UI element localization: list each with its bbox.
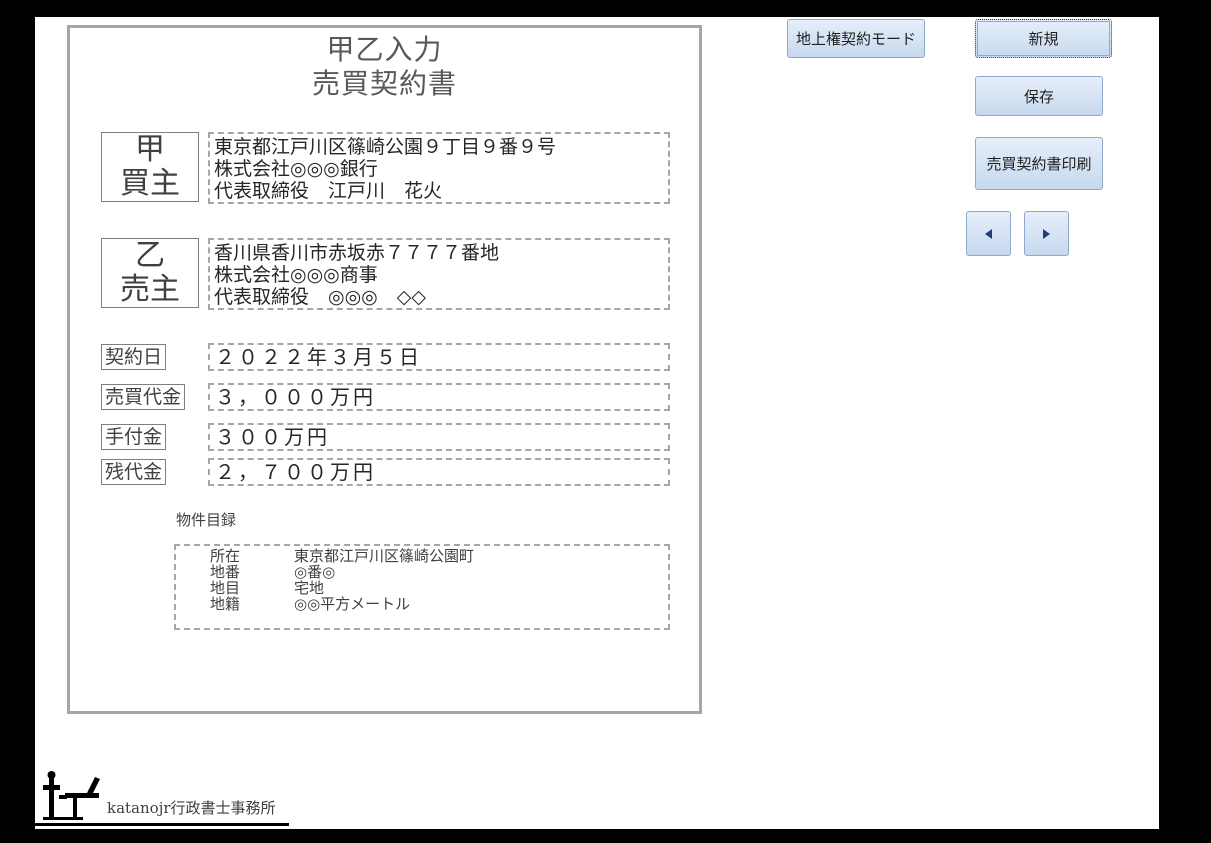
deposit-label: 手付金 bbox=[101, 424, 167, 450]
property-value: 東京都江戸川区篠崎公園町 bbox=[294, 547, 475, 565]
triangle-left-icon bbox=[985, 228, 992, 239]
buyer-address: 東京都江戸川区篠崎公園９丁目９番９号 bbox=[214, 136, 557, 158]
property-row-area: 地籍 ◎◎平方メートル bbox=[176, 596, 668, 612]
sale-price-field[interactable]: ３，０００万円 bbox=[208, 383, 670, 411]
logo-underline bbox=[35, 823, 289, 826]
buyer-info-field[interactable]: 東京都江戸川区篠崎公園９丁目９番９号 株式会社◎◎◎銀行 代表取締役 江戸川 花… bbox=[208, 132, 670, 204]
contract-date-field[interactable]: ２０２２年３月５日 bbox=[208, 343, 670, 371]
buyer-company: 株式会社◎◎◎銀行 bbox=[214, 158, 378, 180]
triangle-right-icon bbox=[1043, 228, 1050, 239]
seller-representative: 代表取締役 ◎◎◎ ◇◇ bbox=[214, 286, 426, 308]
seller-label-bottom: 売主 bbox=[120, 272, 180, 307]
seller-info-field[interactable]: 香川県香川市赤坂赤７７７７番地 株式会社◎◎◎商事 代表取締役 ◎◎◎ ◇◇ bbox=[208, 238, 670, 310]
buyer-label-bottom: 買主 bbox=[120, 166, 180, 201]
property-value: ◎◎平方メートル bbox=[294, 595, 411, 613]
surface-rights-mode-button[interactable]: 地上権契約モード bbox=[787, 19, 925, 58]
save-button[interactable]: 保存 bbox=[975, 76, 1103, 116]
form-canvas: 甲乙入力 売買契約書 甲 買主 東京都江戸川区篠崎公園９丁目９番９号 株式会社◎… bbox=[35, 17, 1159, 829]
property-row-land-category: 地目 宅地 bbox=[176, 580, 668, 596]
contract-sheet: 甲乙入力 売買契約書 甲 買主 東京都江戸川区篠崎公園９丁目９番９号 株式会社◎… bbox=[67, 25, 702, 714]
property-key: 所在 bbox=[210, 547, 241, 565]
form-subtitle: 売買契約書 bbox=[311, 67, 457, 100]
seller-label-top: 乙 bbox=[135, 238, 165, 273]
property-row-lot-number: 地番 ◎番◎ bbox=[176, 564, 668, 580]
balance-label: 残代金 bbox=[101, 459, 167, 485]
office-logo: katanojr行政書士事務所 bbox=[35, 771, 291, 827]
property-value: ◎番◎ bbox=[294, 563, 336, 581]
property-row-location: 所在 東京都江戸川区篠崎公園町 bbox=[176, 548, 668, 564]
prev-record-button[interactable] bbox=[966, 211, 1011, 256]
next-record-button[interactable] bbox=[1024, 211, 1069, 256]
katanojr-logo-icon bbox=[43, 771, 100, 820]
new-button[interactable]: 新規 bbox=[975, 19, 1112, 58]
buyer-representative: 代表取締役 江戸川 花火 bbox=[214, 180, 443, 202]
property-list-field[interactable]: 所在 東京都江戸川区篠崎公園町 地番 ◎番◎ 地目 宅地 地籍 ◎◎平方メートル bbox=[174, 544, 670, 630]
seller-address: 香川県香川市赤坂赤７７７７番地 bbox=[214, 242, 500, 264]
property-key: 地目 bbox=[210, 579, 241, 597]
deposit-field[interactable]: ３００万円 bbox=[208, 423, 670, 451]
sale-price-label: 売買代金 bbox=[101, 384, 186, 410]
seller-label: 乙 売主 bbox=[101, 238, 199, 308]
property-list-heading: 物件目録 bbox=[176, 511, 237, 529]
property-key: 地番 bbox=[210, 563, 241, 581]
contract-date-label: 契約日 bbox=[101, 344, 167, 370]
seller-company: 株式会社◎◎◎商事 bbox=[214, 264, 378, 286]
property-value: 宅地 bbox=[294, 579, 325, 597]
print-contract-button[interactable]: 売買契約書印刷 bbox=[975, 137, 1103, 190]
buyer-label: 甲 買主 bbox=[101, 132, 199, 202]
property-key: 地籍 bbox=[210, 595, 241, 613]
form-title: 甲乙入力 bbox=[326, 33, 443, 66]
balance-field[interactable]: ２，７００万円 bbox=[208, 458, 670, 486]
buyer-label-top: 甲 bbox=[135, 132, 165, 167]
office-name: katanojr行政書士事務所 bbox=[107, 799, 276, 817]
